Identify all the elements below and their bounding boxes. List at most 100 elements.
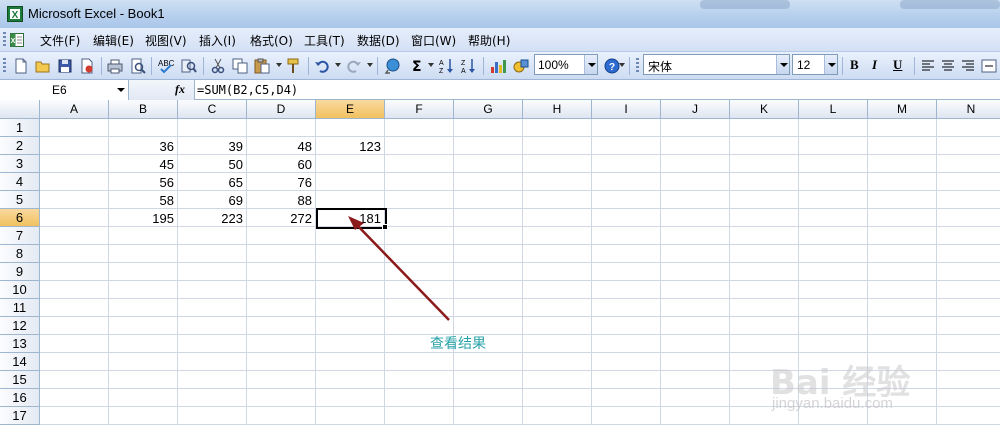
cell-h7[interactable] [523,227,592,245]
cell-d5[interactable]: 88 [247,191,316,209]
cell-e4[interactable] [316,173,385,191]
cell-e14[interactable] [316,353,385,371]
cell-b1[interactable] [109,119,178,137]
cell-m12[interactable] [868,317,937,335]
cell-b16[interactable] [109,389,178,407]
cell-a5[interactable] [40,191,109,209]
row-header-17[interactable]: 17 [0,407,40,425]
cell-g6[interactable] [454,209,523,227]
cell-k4[interactable] [730,173,799,191]
cell-b5[interactable]: 58 [109,191,178,209]
menu-format[interactable]: 格式(O) [250,32,293,49]
cell-e5[interactable] [316,191,385,209]
cell-n15[interactable] [937,371,1000,389]
cell-g4[interactable] [454,173,523,191]
cell-d10[interactable] [247,281,316,299]
cell-b6[interactable]: 195 [109,209,178,227]
cell-b11[interactable] [109,299,178,317]
cell-k9[interactable] [730,263,799,281]
cell-g16[interactable] [454,389,523,407]
row-header-10[interactable]: 10 [0,281,40,299]
name-box[interactable]: E6 [0,80,129,100]
cell-f9[interactable] [385,263,454,281]
cell-d15[interactable] [247,371,316,389]
column-header-f[interactable]: F [385,100,454,119]
cell-c5[interactable]: 69 [178,191,247,209]
cell-h5[interactable] [523,191,592,209]
cell-e13[interactable] [316,335,385,353]
cell-j13[interactable] [661,335,730,353]
cell-k6[interactable] [730,209,799,227]
redo-dropdown-arrow[interactable] [367,63,373,67]
row-header-13[interactable]: 13 [0,335,40,353]
cell-h9[interactable] [523,263,592,281]
cell-a7[interactable] [40,227,109,245]
drawing-icon[interactable] [512,57,530,75]
cell-a11[interactable] [40,299,109,317]
cell-d9[interactable] [247,263,316,281]
cell-c10[interactable] [178,281,247,299]
cell-n14[interactable] [937,353,1000,371]
research-icon[interactable] [180,57,198,75]
redo-icon[interactable] [345,57,363,75]
column-header-n[interactable]: N [937,100,1000,119]
cell-j7[interactable] [661,227,730,245]
cell-k1[interactable] [730,119,799,137]
cell-m4[interactable] [868,173,937,191]
cell-g11[interactable] [454,299,523,317]
row-header-7[interactable]: 7 [0,227,40,245]
cell-f8[interactable] [385,245,454,263]
undo-dropdown-arrow[interactable] [335,63,341,67]
cell-i11[interactable] [592,299,661,317]
cell-i7[interactable] [592,227,661,245]
cut-icon[interactable] [209,57,227,75]
cell-m6[interactable] [868,209,937,227]
cell-i6[interactable] [592,209,661,227]
cell-l10[interactable] [799,281,868,299]
column-header-g[interactable]: G [454,100,523,119]
cell-e10[interactable] [316,281,385,299]
cell-c9[interactable] [178,263,247,281]
cell-b17[interactable] [109,407,178,425]
cell-f15[interactable] [385,371,454,389]
cell-g14[interactable] [454,353,523,371]
cell-f3[interactable] [385,155,454,173]
cell-j3[interactable] [661,155,730,173]
cell-i16[interactable] [592,389,661,407]
spelling-icon[interactable]: ABC [157,57,175,75]
cell-g3[interactable] [454,155,523,173]
cell-g15[interactable] [454,371,523,389]
cell-f10[interactable] [385,281,454,299]
cell-d17[interactable] [247,407,316,425]
cell-g5[interactable] [454,191,523,209]
cell-n16[interactable] [937,389,1000,407]
cell-g17[interactable] [454,407,523,425]
cell-b10[interactable] [109,281,178,299]
cell-j16[interactable] [661,389,730,407]
open-icon[interactable] [34,57,52,75]
cell-m11[interactable] [868,299,937,317]
undo-icon[interactable] [313,57,331,75]
cell-j1[interactable] [661,119,730,137]
cell-g7[interactable] [454,227,523,245]
cell-n8[interactable] [937,245,1000,263]
cell-i14[interactable] [592,353,661,371]
cell-i17[interactable] [592,407,661,425]
cell-l6[interactable] [799,209,868,227]
cell-c11[interactable] [178,299,247,317]
cell-b9[interactable] [109,263,178,281]
formula-input[interactable]: =SUM(B2,C5,D4) [197,83,298,97]
cell-k12[interactable] [730,317,799,335]
zoom-dropdown-arrow[interactable] [584,55,597,74]
cell-l8[interactable] [799,245,868,263]
column-header-d[interactable]: D [247,100,316,119]
menu-tools[interactable]: 工具(T) [304,32,345,49]
cell-m13[interactable] [868,335,937,353]
menu-help[interactable]: 帮助(H) [468,32,510,49]
cell-j17[interactable] [661,407,730,425]
cell-f6[interactable] [385,209,454,227]
cell-m1[interactable] [868,119,937,137]
cell-j15[interactable] [661,371,730,389]
cell-l11[interactable] [799,299,868,317]
cell-k2[interactable] [730,137,799,155]
